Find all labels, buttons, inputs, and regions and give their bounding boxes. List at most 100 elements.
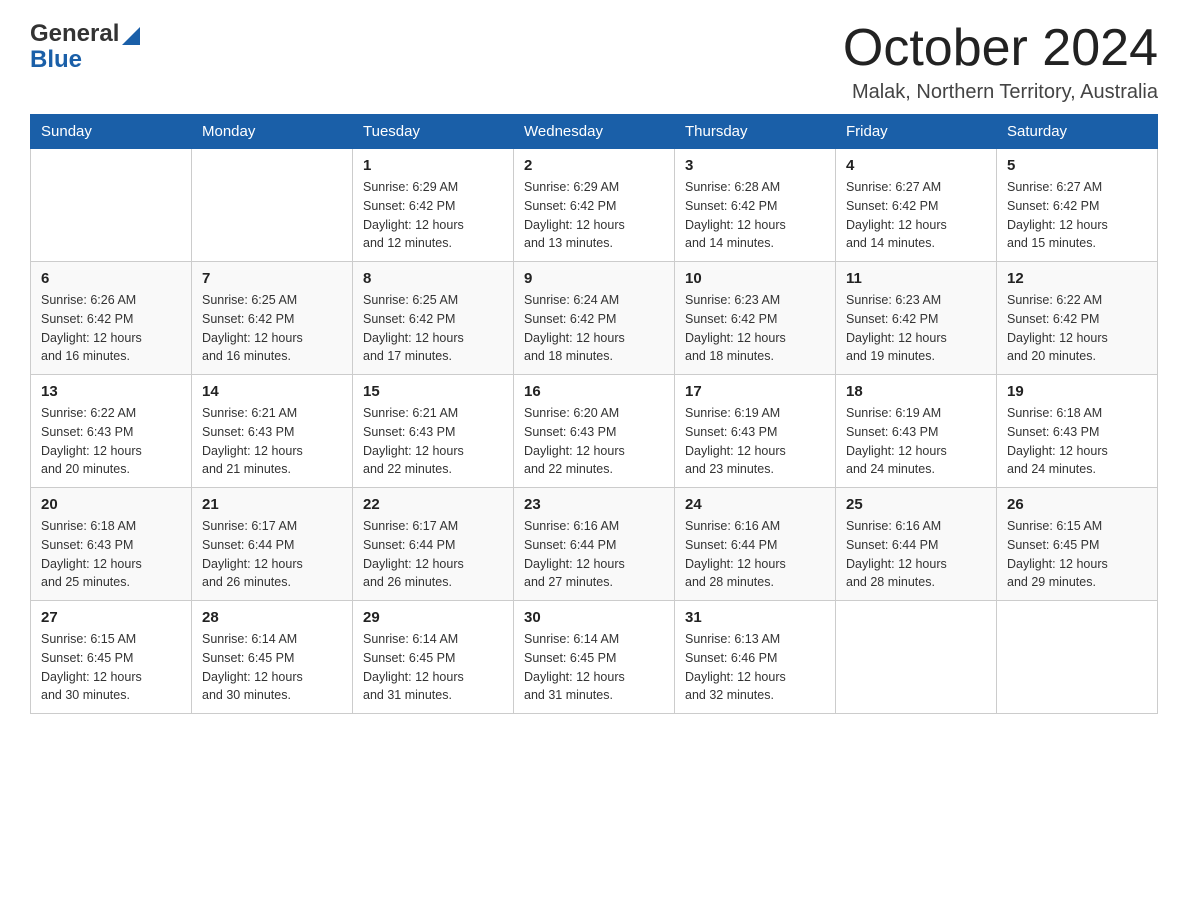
- day-number: 26: [1007, 496, 1147, 513]
- day-cell: [836, 601, 997, 714]
- day-info: Sunrise: 6:25 AM Sunset: 6:42 PM Dayligh…: [202, 291, 342, 366]
- day-cell: 16Sunrise: 6:20 AM Sunset: 6:43 PM Dayli…: [514, 375, 675, 488]
- week-row-2: 6 Sunrise: 6:26 AM Sunset: 6:42 PM Daylig…: [31, 262, 1158, 375]
- day-info: Sunrise: 6:21 AM Sunset: 6:43 PM Dayligh…: [202, 404, 342, 479]
- day-number: 11: [846, 270, 986, 287]
- day-info: Sunrise: 6:18 AM Sunset: 6:43 PM Dayligh…: [41, 517, 181, 592]
- day-number: 25: [846, 496, 986, 513]
- day-info: Sunrise: 6:23 AM Sunset: 6:42 PM Dayligh…: [685, 291, 825, 366]
- day-cell: 22 Sunrise: 6:17 AM Sunset: 6:44 PM Dayli…: [353, 488, 514, 601]
- week-row-5: 27 Sunrise: 6:15 AM Sunset: 6:45 PM Dayli…: [31, 601, 1158, 714]
- week-row-4: 20Sunrise: 6:18 AM Sunset: 6:43 PM Dayli…: [31, 488, 1158, 601]
- day-number: 27: [41, 609, 181, 626]
- day-cell: 27 Sunrise: 6:15 AM Sunset: 6:45 PM Dayli…: [31, 601, 192, 714]
- day-cell: 2 Sunrise: 6:29 AM Sunset: 6:42 PM Daylig…: [514, 149, 675, 262]
- day-info: Sunrise: 6:20 AM Sunset: 6:43 PM Dayligh…: [524, 404, 664, 479]
- day-number: 22: [363, 496, 503, 513]
- day-cell: 18 Sunrise: 6:19 AM Sunset: 6:43 PM Dayli…: [836, 375, 997, 488]
- day-info: Sunrise: 6:21 AM Sunset: 6:43 PM Dayligh…: [363, 404, 503, 479]
- day-number: 7: [202, 270, 342, 287]
- logo-general-text: General: [30, 20, 119, 48]
- day-cell: 30Sunrise: 6:14 AM Sunset: 6:45 PM Dayli…: [514, 601, 675, 714]
- day-cell: [192, 149, 353, 262]
- day-cell: 6 Sunrise: 6:26 AM Sunset: 6:42 PM Daylig…: [31, 262, 192, 375]
- day-number: 4: [846, 157, 986, 174]
- day-number: 21: [202, 496, 342, 513]
- day-number: 9: [524, 270, 664, 287]
- day-cell: 24 Sunrise: 6:16 AM Sunset: 6:44 PM Dayli…: [675, 488, 836, 601]
- day-number: 19: [1007, 383, 1147, 400]
- day-cell: 9 Sunrise: 6:24 AM Sunset: 6:42 PM Daylig…: [514, 262, 675, 375]
- day-number: 1: [363, 157, 503, 174]
- day-cell: 4 Sunrise: 6:27 AM Sunset: 6:42 PM Daylig…: [836, 149, 997, 262]
- title-block: October 2024 Malak, Northern Territory, …: [843, 20, 1158, 104]
- weekday-header-friday: Friday: [836, 115, 997, 149]
- weekday-header-monday: Monday: [192, 115, 353, 149]
- day-number: 2: [524, 157, 664, 174]
- day-number: 28: [202, 609, 342, 626]
- logo-blue-text: Blue: [30, 46, 82, 74]
- weekday-header-row: SundayMondayTuesdayWednesdayThursdayFrid…: [31, 115, 1158, 149]
- day-info: Sunrise: 6:18 AM Sunset: 6:43 PM Dayligh…: [1007, 404, 1147, 479]
- day-info: Sunrise: 6:14 AM Sunset: 6:45 PM Dayligh…: [363, 630, 503, 705]
- day-cell: 11 Sunrise: 6:23 AM Sunset: 6:42 PM Dayli…: [836, 262, 997, 375]
- day-cell: 12 Sunrise: 6:22 AM Sunset: 6:42 PM Dayli…: [997, 262, 1158, 375]
- day-info: Sunrise: 6:22 AM Sunset: 6:43 PM Dayligh…: [41, 404, 181, 479]
- day-info: Sunrise: 6:16 AM Sunset: 6:44 PM Dayligh…: [846, 517, 986, 592]
- day-number: 24: [685, 496, 825, 513]
- week-row-3: 13Sunrise: 6:22 AM Sunset: 6:43 PM Dayli…: [31, 375, 1158, 488]
- day-info: Sunrise: 6:17 AM Sunset: 6:44 PM Dayligh…: [202, 517, 342, 592]
- day-number: 6: [41, 270, 181, 287]
- weekday-header-tuesday: Tuesday: [353, 115, 514, 149]
- week-row-1: 1 Sunrise: 6:29 AM Sunset: 6:42 PM Daylig…: [31, 149, 1158, 262]
- weekday-header-saturday: Saturday: [997, 115, 1158, 149]
- day-cell: 13Sunrise: 6:22 AM Sunset: 6:43 PM Dayli…: [31, 375, 192, 488]
- weekday-header-thursday: Thursday: [675, 115, 836, 149]
- day-number: 5: [1007, 157, 1147, 174]
- day-cell: 26 Sunrise: 6:15 AM Sunset: 6:45 PM Dayli…: [997, 488, 1158, 601]
- day-info: Sunrise: 6:25 AM Sunset: 6:42 PM Dayligh…: [363, 291, 503, 366]
- month-title: October 2024: [843, 20, 1158, 77]
- day-info: Sunrise: 6:14 AM Sunset: 6:45 PM Dayligh…: [202, 630, 342, 705]
- day-cell: 19 Sunrise: 6:18 AM Sunset: 6:43 PM Dayli…: [997, 375, 1158, 488]
- day-info: Sunrise: 6:29 AM Sunset: 6:42 PM Dayligh…: [524, 178, 664, 253]
- day-info: Sunrise: 6:27 AM Sunset: 6:42 PM Dayligh…: [846, 178, 986, 253]
- day-cell: 15Sunrise: 6:21 AM Sunset: 6:43 PM Dayli…: [353, 375, 514, 488]
- day-cell: 8 Sunrise: 6:25 AM Sunset: 6:42 PM Daylig…: [353, 262, 514, 375]
- day-number: 3: [685, 157, 825, 174]
- day-cell: 25 Sunrise: 6:16 AM Sunset: 6:44 PM Dayli…: [836, 488, 997, 601]
- day-number: 12: [1007, 270, 1147, 287]
- day-info: Sunrise: 6:16 AM Sunset: 6:44 PM Dayligh…: [685, 517, 825, 592]
- day-cell: 28 Sunrise: 6:14 AM Sunset: 6:45 PM Dayli…: [192, 601, 353, 714]
- day-cell: 31Sunrise: 6:13 AM Sunset: 6:46 PM Dayli…: [675, 601, 836, 714]
- day-number: 10: [685, 270, 825, 287]
- logo: General Blue: [30, 20, 140, 74]
- day-info: Sunrise: 6:17 AM Sunset: 6:44 PM Dayligh…: [363, 517, 503, 592]
- day-info: Sunrise: 6:23 AM Sunset: 6:42 PM Dayligh…: [846, 291, 986, 366]
- day-number: 17: [685, 383, 825, 400]
- day-cell: 7 Sunrise: 6:25 AM Sunset: 6:42 PM Daylig…: [192, 262, 353, 375]
- day-cell: 5 Sunrise: 6:27 AM Sunset: 6:42 PM Daylig…: [997, 149, 1158, 262]
- day-info: Sunrise: 6:16 AM Sunset: 6:44 PM Dayligh…: [524, 517, 664, 592]
- day-cell: [31, 149, 192, 262]
- day-info: Sunrise: 6:15 AM Sunset: 6:45 PM Dayligh…: [1007, 517, 1147, 592]
- day-number: 14: [202, 383, 342, 400]
- day-info: Sunrise: 6:15 AM Sunset: 6:45 PM Dayligh…: [41, 630, 181, 705]
- calendar-table: SundayMondayTuesdayWednesdayThursdayFrid…: [30, 114, 1158, 714]
- day-cell: 20Sunrise: 6:18 AM Sunset: 6:43 PM Dayli…: [31, 488, 192, 601]
- day-info: Sunrise: 6:29 AM Sunset: 6:42 PM Dayligh…: [363, 178, 503, 253]
- day-cell: 10 Sunrise: 6:23 AM Sunset: 6:42 PM Dayli…: [675, 262, 836, 375]
- day-info: Sunrise: 6:26 AM Sunset: 6:42 PM Dayligh…: [41, 291, 181, 366]
- day-cell: 14 Sunrise: 6:21 AM Sunset: 6:43 PM Dayli…: [192, 375, 353, 488]
- day-number: 18: [846, 383, 986, 400]
- day-cell: [997, 601, 1158, 714]
- day-cell: 21 Sunrise: 6:17 AM Sunset: 6:44 PM Dayli…: [192, 488, 353, 601]
- day-info: Sunrise: 6:28 AM Sunset: 6:42 PM Dayligh…: [685, 178, 825, 253]
- day-info: Sunrise: 6:19 AM Sunset: 6:43 PM Dayligh…: [846, 404, 986, 479]
- day-cell: 23Sunrise: 6:16 AM Sunset: 6:44 PM Dayli…: [514, 488, 675, 601]
- day-info: Sunrise: 6:24 AM Sunset: 6:42 PM Dayligh…: [524, 291, 664, 366]
- page-header: General Blue October 2024 Malak, Norther…: [30, 20, 1158, 104]
- day-number: 8: [363, 270, 503, 287]
- day-info: Sunrise: 6:27 AM Sunset: 6:42 PM Dayligh…: [1007, 178, 1147, 253]
- day-info: Sunrise: 6:22 AM Sunset: 6:42 PM Dayligh…: [1007, 291, 1147, 366]
